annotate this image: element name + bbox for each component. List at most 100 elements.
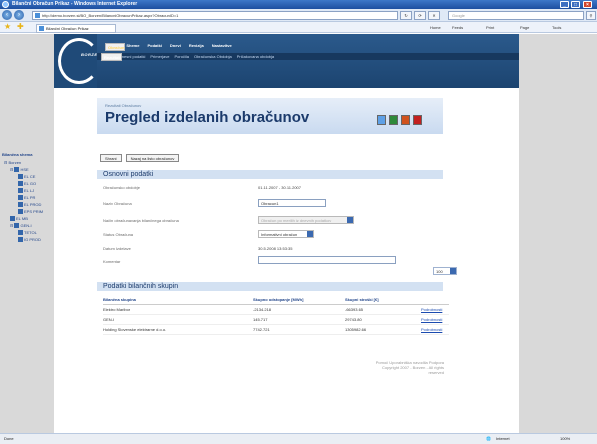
tree-node[interactable]: EL MB — [10, 215, 97, 222]
globe-icon: 🌐 — [486, 436, 491, 441]
menu-item-nastavitve[interactable]: Nastavitve — [212, 43, 232, 48]
add-favorite-icon[interactable]: ✚ — [17, 23, 24, 31]
status-text: Done — [4, 436, 14, 441]
submenu-item-vnesni[interactable]: Vnesni podatki — [119, 53, 145, 60]
table-row: GEN-I 145.717 29743.80 Podrobnosti — [103, 315, 449, 325]
export-image-icon[interactable] — [377, 115, 386, 125]
group-icon — [18, 188, 23, 194]
feeds-button[interactable]: Feeds — [452, 24, 463, 32]
group-icon — [18, 181, 23, 187]
group-icon — [18, 202, 23, 208]
tree-node[interactable]: ⊟ HSE — [10, 166, 97, 173]
home-button[interactable]: Home — [430, 24, 441, 32]
cell-stroski: 29743.80 — [345, 317, 362, 322]
group-icon — [14, 223, 20, 229]
details-link[interactable]: Podrobnosti — [421, 305, 449, 314]
forward-arrow-icon[interactable]: › — [14, 10, 24, 20]
tree-node-root[interactable]: ⊟ Borzen — [4, 159, 97, 166]
maximize-icon[interactable]: □ — [571, 1, 580, 8]
search-icon[interactable]: ⚲ — [586, 11, 596, 20]
cell-stroski: 1305982.66 — [345, 327, 367, 332]
stop-icon[interactable]: ✕ — [428, 11, 440, 20]
page-header: Rezultati Obračunov Pregled izdelanih ob… — [97, 98, 443, 134]
tree-node[interactable]: EPS PRIM — [18, 208, 97, 215]
submenu-item-obdobja[interactable]: Obračunska Obdobja — [194, 53, 232, 60]
label-obdobje: Obračunsko obdobje — [103, 185, 140, 190]
menu-item-sheme[interactable]: Sheme — [126, 43, 139, 48]
cell-odstopanje: 7742.721 — [253, 327, 270, 332]
page-size-select[interactable]: 100 — [433, 267, 457, 275]
group-icon — [18, 209, 23, 215]
page-viewport: BORZEN Odjava Sheme Obračun Podatki Dnev… — [0, 34, 597, 433]
header-actions — [421, 295, 449, 304]
chevron-down-icon — [307, 231, 313, 237]
sidebar-title: Bilančna shema — [2, 152, 33, 157]
top-navigation: Odjava Sheme Obračun Podatki Dnevi Reviz… — [97, 34, 519, 88]
go-icon[interactable]: ↻ — [400, 11, 412, 20]
tab-favicon-icon — [39, 26, 44, 31]
address-bar: ‹ › http://demo.borzen.si/BO_Borzen/Bila… — [0, 9, 597, 22]
komentar-input[interactable] — [258, 256, 396, 264]
tree-node[interactable]: EL PR — [18, 194, 97, 201]
zone-text: Internet — [496, 436, 510, 441]
sub-menu: Rezultati Izračun Vnesni podatki Primerj… — [97, 53, 519, 61]
label-datum: Datum Izdelave — [103, 246, 131, 251]
header-skupina: Bilančna skupina — [103, 297, 136, 302]
tree-node[interactable]: EL GO — [18, 180, 97, 187]
export-excel-icon[interactable] — [389, 115, 398, 125]
value-obdobje: 01.11.2007 - 30.11.2007 — [258, 185, 301, 190]
borzen-logo — [58, 38, 100, 84]
submenu-item-porocila[interactable]: Poročila — [175, 53, 189, 60]
cell-stroski: -66393.65 — [345, 307, 364, 312]
bilancne-table: Bilančna skupina Skupno odstopanje [MWh]… — [103, 295, 449, 335]
zoom-level[interactable]: 100% — [560, 434, 570, 444]
section-osnovni: Osnovni podatki — [97, 170, 443, 179]
favorites-star-icon[interactable]: ★ — [4, 23, 11, 31]
status-select[interactable]: Informativni obračun — [258, 230, 314, 238]
save-button[interactable]: Shrani — [100, 154, 122, 162]
back-arrow-icon[interactable]: ‹ — [2, 10, 12, 20]
tools-button[interactable]: Tools — [552, 24, 561, 32]
footer-copyright: Copyright 2007 - Borzen - All rights res… — [381, 365, 444, 375]
menu-item-dnevi[interactable]: Dnevi — [170, 43, 181, 48]
tree-node[interactable]: TETOL — [18, 229, 97, 236]
nacin-select[interactable]: Obračun po merilih iz dnevnih podatkov — [258, 216, 354, 224]
table-header: Bilančna skupina Skupno odstopanje [MWh]… — [103, 295, 449, 305]
label-status: Status Obračuna — [103, 232, 134, 237]
section-bilancne: Podatki bilančnih skupin — [97, 282, 443, 291]
minimize-icon[interactable]: _ — [560, 1, 569, 8]
tree-node[interactable]: ⊟ GEN-I — [10, 222, 97, 229]
naziv-input[interactable]: Obracun1 — [258, 199, 326, 207]
tree-node[interactable]: EL CE — [18, 173, 97, 180]
submenu-item-rezultati[interactable]: Rezultati — [101, 53, 122, 61]
back-to-list-button[interactable]: Nazaj na listo obračunov — [125, 154, 180, 162]
value-datum: 30.5.2008 13:53:35 — [258, 246, 293, 251]
table-row: Holding Slovenske elektrarne d.o.o. 7742… — [103, 325, 449, 335]
group-icon — [18, 237, 23, 243]
tree-node[interactable]: IG PROD — [18, 236, 97, 243]
close-icon[interactable]: × — [583, 1, 592, 8]
window-titlebar: Bilančni Obračun Prikaz - Windows Intern… — [0, 0, 597, 9]
export-xml-icon[interactable] — [401, 115, 410, 125]
tree-node[interactable]: EL LJ — [18, 187, 97, 194]
export-pdf-icon[interactable] — [413, 115, 422, 125]
details-link[interactable]: Podrobnosti — [421, 325, 449, 334]
export-icons — [377, 115, 422, 125]
search-input[interactable]: Google — [448, 11, 584, 20]
chevron-down-icon — [347, 217, 353, 223]
tree-node[interactable]: EL PROD — [18, 201, 97, 208]
details-link[interactable]: Podrobnosti — [421, 315, 449, 324]
print-button[interactable]: Print — [486, 24, 494, 32]
submenu-item-pricakovana[interactable]: Pričakovana obdobja — [237, 53, 274, 60]
group-icon — [14, 167, 20, 173]
url-input[interactable]: http://demo.borzen.si/BO_Borzen/Bilancni… — [32, 11, 398, 20]
menu-item-obracun[interactable]: Obračun — [105, 43, 126, 51]
menu-item-podatki[interactable]: Podatki — [147, 43, 161, 48]
page-button[interactable]: Page — [520, 24, 529, 32]
menu-item-revizija[interactable]: Revizija — [189, 43, 204, 48]
cell-odstopanje: 145.717 — [253, 317, 268, 322]
submenu-item-primerjave[interactable]: Primerjave — [150, 53, 169, 60]
browser-tab[interactable]: Bilančni Obračun Prikaz — [36, 24, 116, 33]
page-favicon-icon — [35, 13, 40, 18]
refresh-icon[interactable]: ⟳ — [414, 11, 426, 20]
